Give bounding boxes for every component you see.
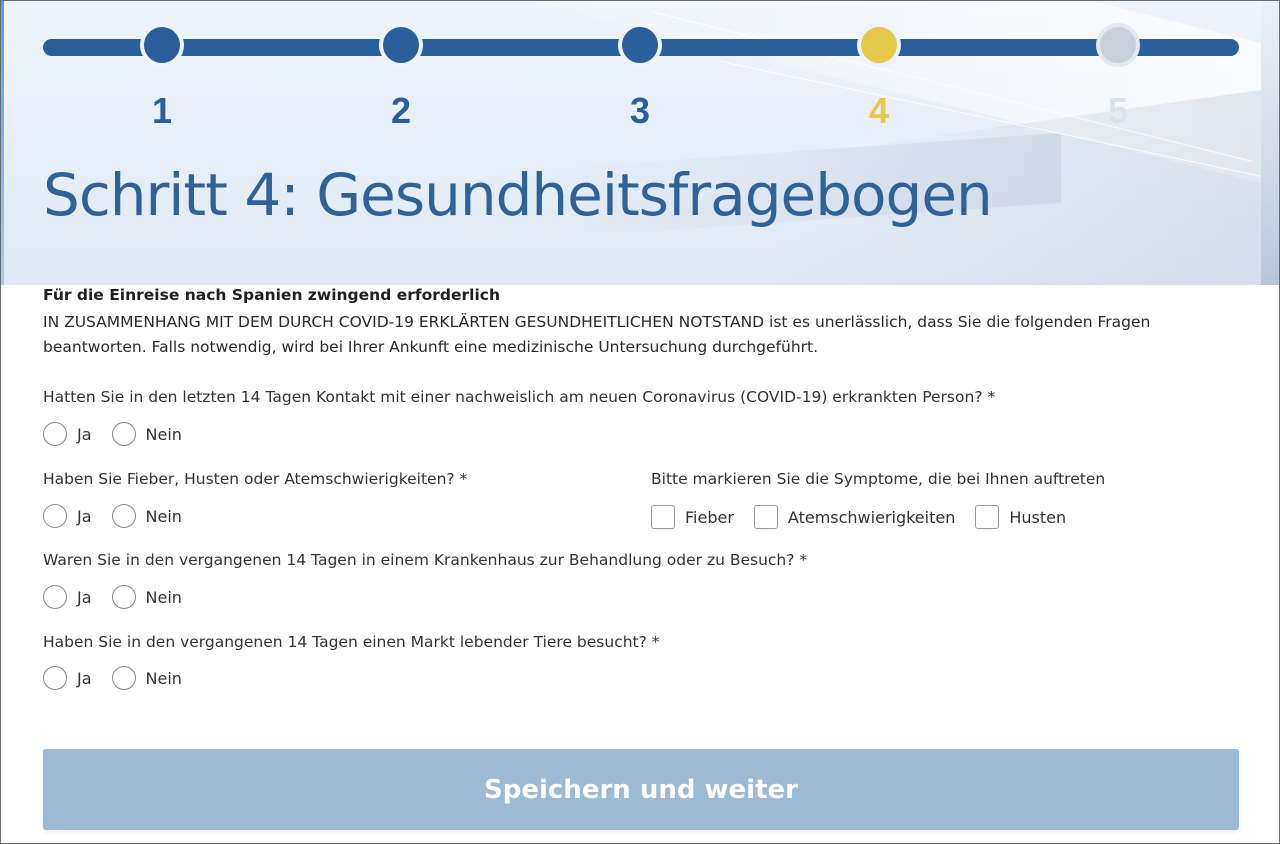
fever-no-option[interactable]: Nein [111,504,182,528]
step-3: 3 [618,23,662,131]
step-4-number: 4 [868,90,890,131]
symptom-breathing-checkbox[interactable] [753,505,778,529]
fever-no-label: Nein [145,506,182,526]
market-no-label: Nein [145,668,182,688]
market-yes-option[interactable]: Ja [43,666,92,690]
market-yes-label: Ja [77,668,92,688]
question-symptoms-label: Bitte markieren Sie die Symptome, die be… [651,470,1106,488]
fever-yes-label: Ja [77,506,92,526]
step-2-marker [379,23,423,67]
hospital-yes-label: Ja [77,587,92,607]
market-yes-radio[interactable] [43,666,67,690]
hospital-yes-radio[interactable] [43,585,67,609]
contact-no-radio[interactable] [111,422,136,446]
question-hospital-label: Waren Sie in den vergangenen 14 Tagen in… [43,551,808,569]
hero-edge-decoration [1,1,4,285]
step-2-number: 2 [390,90,412,131]
step-5: 5 [1096,23,1140,131]
page: 1 2 3 4 5 Schritt 4: Gesundheitsfragebog… [0,0,1280,844]
contact-yes-label: Ja [77,424,92,444]
contact-no-label: Nein [145,424,182,444]
hero-edge-decoration [1261,1,1279,285]
step-3-number: 3 [629,90,651,131]
step-4-marker [857,23,901,67]
question-symptoms-options: Fieber Atemschwierigkeiten Husten [651,505,1086,529]
hero-header: 1 2 3 4 5 Schritt 4: Gesundheitsfragebog… [1,1,1279,285]
symptom-breathing-option[interactable]: Atemschwierigkeiten [753,505,956,529]
fever-yes-radio[interactable] [43,504,67,528]
intro-text: IN ZUSAMMENHANG MIT DEM DURCH COVID-19 E… [43,313,1151,356]
hospital-yes-option[interactable]: Ja [43,585,92,609]
contact-yes-radio[interactable] [43,422,67,446]
symptom-cough-checkbox[interactable] [975,505,1000,529]
symptom-breathing-label: Atemschwierigkeiten [787,507,956,527]
step-2: 2 [379,23,423,131]
hospital-no-label: Nein [145,587,182,607]
step-5-marker [1096,23,1140,67]
page-title: Schritt 4: Gesundheitsfragebogen [43,161,993,229]
question-fever-label: Haben Sie Fieber, Husten oder Atemschwie… [43,470,468,488]
step-1-marker [140,23,184,67]
symptom-cough-label: Husten [1009,507,1067,527]
intro-title: Für die Einreise nach Spanien zwingend e… [43,286,500,304]
contact-yes-option[interactable]: Ja [43,422,92,446]
step-1: 1 [140,23,184,131]
symptom-fever-checkbox[interactable] [651,505,675,529]
step-5-number: 5 [1107,90,1129,131]
hospital-no-option[interactable]: Nein [111,585,182,609]
market-no-radio[interactable] [111,666,136,690]
question-fever-options: Ja Nein [43,504,202,528]
question-hospital-options: Ja Nein [43,585,202,609]
question-contact-label: Hatten Sie in den letzten 14 Tagen Konta… [43,388,996,406]
step-1-number: 1 [151,90,173,131]
contact-no-option[interactable]: Nein [111,422,182,446]
symptom-cough-option[interactable]: Husten [975,505,1066,529]
hospital-no-radio[interactable] [111,585,136,609]
step-4: 4 [857,23,901,131]
fever-no-radio[interactable] [111,504,136,528]
symptom-fever-label: Fieber [685,507,734,527]
question-market-label: Haben Sie in den vergangenen 14 Tagen ei… [43,633,660,651]
step-3-marker [618,23,662,67]
save-and-continue-button[interactable]: Speichern und weiter [43,749,1239,830]
fever-yes-option[interactable]: Ja [43,504,92,528]
symptom-fever-option[interactable]: Fieber [651,505,734,529]
question-market-options: Ja Nein [43,666,202,690]
market-no-option[interactable]: Nein [111,666,182,690]
question-contact-options: Ja Nein [43,422,202,446]
progress-stepper: 1 2 3 4 5 [43,23,1239,133]
